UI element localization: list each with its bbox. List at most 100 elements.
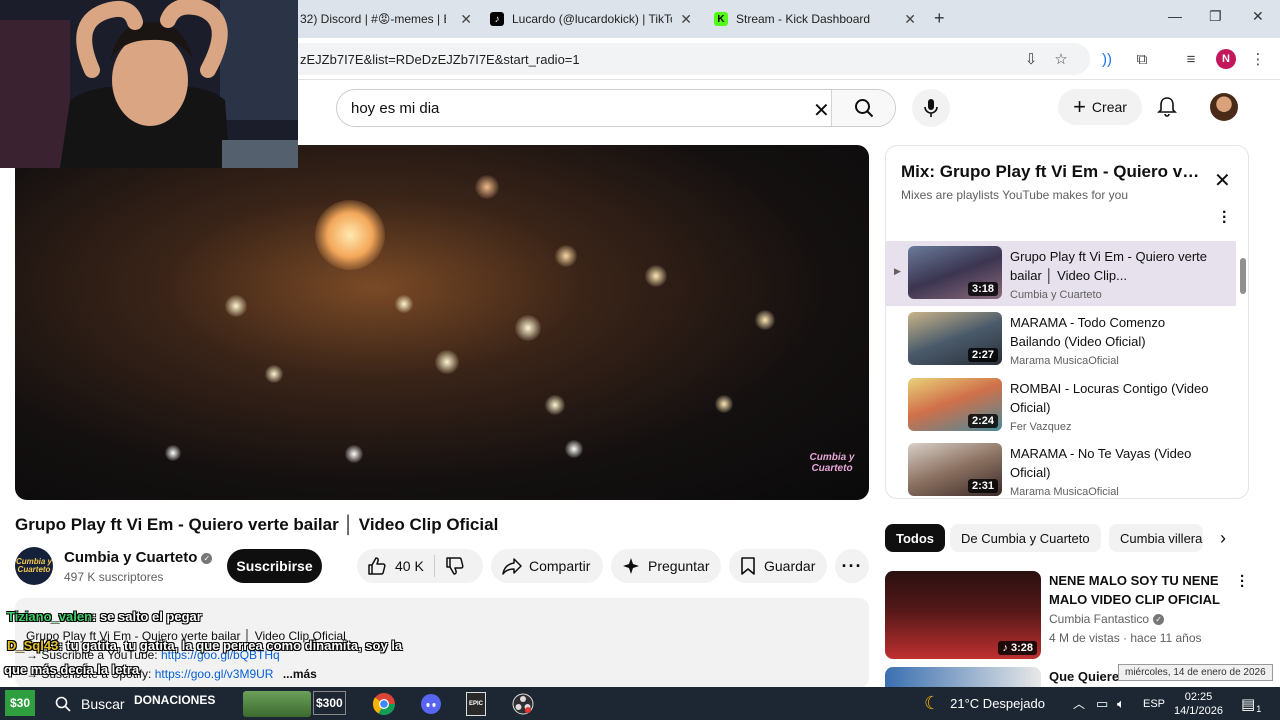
obs-taskbar-icon[interactable] [512,687,534,720]
chat-text: : se salto el pegar [92,609,202,624]
search-icon [55,696,71,712]
clock-date: 14/1/2026 [1174,704,1223,717]
chevron-right-icon[interactable]: › [1220,528,1226,549]
install-app-icon[interactable]: ⇩ [1020,48,1042,70]
cast-icon[interactable]: )) [1096,48,1118,70]
media-controls-icon[interactable]: ≡ [1180,48,1202,70]
volume-icon[interactable]: 🔈︎ [1117,687,1125,720]
recommendation-channel: Cumbia Fantastico ✓ [1049,612,1165,626]
bookmark-star-icon[interactable]: ☆ [1050,48,1072,70]
video-title: Grupo Play ft Vi Em - Quiero verte baila… [15,515,499,534]
notification-count: 1 [1256,703,1262,714]
donations-overlay: DONACIONES [134,693,216,707]
recommendation-thumbnail[interactable]: ♪ 3:28 [885,571,1041,659]
browser-menu-icon[interactable]: ⋮ [1247,48,1269,70]
url-text[interactable]: zEJZb7I7E&list=RDeDzEJZb7I7E&start_radio… [300,52,580,67]
ask-button[interactable]: Preguntar [611,549,721,583]
bokeh-light [515,315,541,341]
recommendation-thumbnail[interactable] [885,667,1041,687]
notifications-bell-icon[interactable] [1156,96,1178,118]
extensions-icon[interactable]: ⧉ [1131,48,1153,70]
search-button[interactable] [831,90,895,126]
playlist-item[interactable]: ▶ 3:18 Grupo Play ft Vi Em - Quiero vert… [886,241,1236,306]
search-input[interactable] [351,90,811,126]
language-indicator[interactable]: ESP [1143,687,1165,720]
playlist-item-channel: Marama MusicaOficial [1010,355,1119,367]
playlist-item[interactable]: 2:24 ROMBAI - Locuras Contigo (Video Ofi… [886,373,1236,438]
discord-taskbar-icon[interactable] [420,687,442,720]
close-tab-icon[interactable]: ✕ [904,11,916,28]
profile-avatar[interactable]: N [1216,49,1236,69]
channel-name[interactable]: Cumbia y Cuarteto ✓ [64,549,213,566]
more-actions-button[interactable]: ··· [835,549,869,583]
now-playing-icon: ▶ [894,266,901,276]
minimize-icon[interactable]: — [1168,8,1182,24]
like-count[interactable]: 40 K [395,558,424,574]
chat-text: que más decía la letra [4,662,140,677]
save-button[interactable]: Guardar [729,549,827,583]
description-link[interactable]: https://goo.gl/v3M9UR [155,667,274,681]
chip-channel[interactable]: De Cumbia y Cuarteto [950,524,1101,552]
tab-title: Stream - Kick Dashboard [736,12,871,26]
bokeh-light [475,175,499,199]
like-icon[interactable] [367,556,387,576]
dislike-icon[interactable] [445,556,465,576]
chat-text: : tu gatita, tu gatita, la que perrea co… [58,638,403,653]
epic-games-taskbar-icon[interactable]: EPIC [466,687,486,720]
show-more-link[interactable]: ...más [283,667,317,681]
close-tab-icon[interactable]: ✕ [680,11,692,28]
stream-overlay-price: $30 [5,690,36,716]
bokeh-light [395,295,413,313]
tab-discord[interactable]: 32) Discord | #😡-memes | E ✕ [300,6,472,32]
playlist-item[interactable]: 2:27 MARAMA - Todo Comenzo Bailando (Vid… [886,307,1236,372]
playlist-item-title: MARAMA - No Te Vayas (Video Oficial) [1010,446,1192,480]
new-tab-button[interactable]: + [934,8,945,29]
bokeh-light [715,395,733,413]
clock[interactable]: 02:25 14/1/2026 [1174,687,1223,720]
taskbar-search[interactable]: Buscar [55,687,125,720]
mix-playlist-panel: Mix: Grupo Play ft Vi Em - Quiero verte … [885,145,1249,499]
bokeh-light [565,440,583,458]
windows-taskbar: $30 Buscar DONACIONES $300 EPIC ☾ 21°C D… [0,687,1280,720]
playlist-item[interactable]: 2:31 MARAMA - No Te Vayas (Video Oficial… [886,438,1236,498]
channel-logo[interactable]: Cumbia y Cuarteto [15,547,53,585]
sparkle-icon [623,558,639,574]
verified-badge-icon: ✓ [201,553,213,564]
voice-search-button[interactable] [912,89,950,127]
chat-message: que más decía la letra [4,662,139,677]
notifications-button[interactable]: ▤ 1 [1241,687,1261,720]
playlist-thumbnail: 2:24 [908,378,1002,431]
restore-icon[interactable]: ❐ [1209,8,1222,25]
tab-tiktok[interactable]: ♪ Lucardo (@lucardokick) | TikTok ✕ [490,6,692,32]
chat-username: Tiziano_valen [7,609,93,624]
mix-menu-icon[interactable]: · · · [1222,205,1227,231]
network-icon[interactable]: ▭ [1096,687,1108,720]
video-player[interactable]: Cumbia y Cuarteto [15,145,869,500]
chip-cumbia-villera[interactable]: Cumbia villera [1109,524,1203,552]
playlist-item-channel: Marama MusicaOficial [1010,486,1119,498]
recommendation-title[interactable]: Que Quiere [1049,669,1119,684]
share-button[interactable]: Compartir [491,549,603,583]
playlist-item-title: ROMBAI - Locuras Contigo (Video Oficial) [1010,381,1209,415]
mix-scrollbar-thumb[interactable] [1240,258,1246,294]
chrome-taskbar-icon[interactable] [372,687,396,720]
duration: 3:18 [967,282,998,296]
close-mix-icon[interactable]: ✕ [1214,168,1231,193]
duration: 2:24 [967,414,998,428]
duration: 2:27 [967,348,998,362]
bokeh-light [345,445,363,463]
moon-icon: ☾ [924,693,941,713]
window-close-icon[interactable]: ✕ [1252,8,1264,25]
clear-search-icon[interactable]: ✕ [813,98,830,123]
subscribe-button[interactable]: Suscribirse [227,549,322,583]
tab-kick[interactable]: K Stream - Kick Dashboard ✕ [714,6,916,32]
recommendation-menu-icon[interactable]: · · · [1240,569,1245,594]
show-hidden-icons-chevron[interactable]: ︿ [1073,687,1085,720]
recommendation-title[interactable]: NENE MALO SOY TU NENE MALO VIDEO CLIP OF… [1049,571,1229,609]
bokeh-light [555,245,577,267]
weather-widget[interactable]: ☾ 21°C Despejado [924,687,1045,720]
chip-all[interactable]: Todos [885,524,946,552]
create-button[interactable]: + Crear [1058,89,1142,125]
account-avatar[interactable] [1210,93,1238,121]
close-tab-icon[interactable]: ✕ [460,11,472,28]
